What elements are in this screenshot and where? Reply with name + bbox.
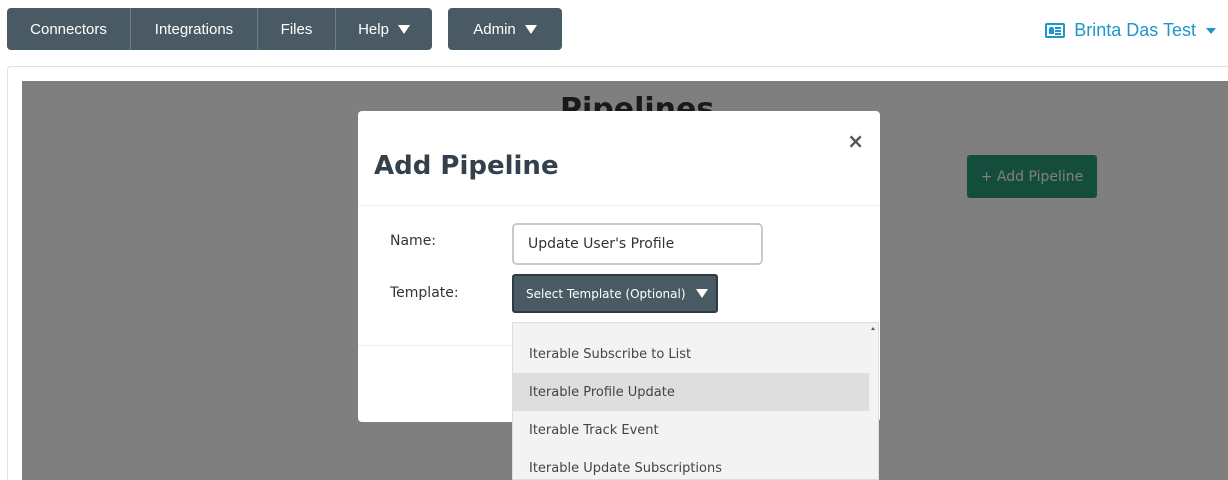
template-label: Template:: [390, 285, 459, 301]
template-option[interactable]: Iterable Track Event: [513, 411, 869, 449]
close-icon[interactable]: ×: [847, 131, 864, 151]
caret-down-icon: [397, 24, 410, 34]
caret-down-icon: [524, 24, 537, 34]
template-select-label: Select Template (Optional): [526, 286, 686, 301]
caret-down-icon: [695, 289, 708, 298]
nav-help-button[interactable]: Help: [336, 8, 432, 50]
template-option-highlighted[interactable]: Iterable Profile Update: [513, 373, 869, 411]
scroll-up-icon[interactable]: [871, 327, 875, 330]
template-option-label: Iterable Track Event: [529, 422, 659, 438]
admin-nav: Admin: [448, 8, 562, 50]
nav-admin-button[interactable]: Admin: [448, 8, 562, 50]
nav-files-label: Files: [280, 20, 313, 38]
template-dropdown-list[interactable]: Iterable Subscribe to List Iterable Prof…: [512, 322, 879, 480]
template-option[interactable]: Iterable Update Subscriptions: [513, 449, 869, 479]
template-option-label: Iterable Update Subscriptions: [529, 460, 722, 476]
template-option-label: Iterable Subscribe to List: [529, 346, 692, 362]
nav-admin-label: Admin: [473, 20, 516, 38]
user-card-icon: [1045, 23, 1066, 38]
modal-header-divider: [358, 205, 880, 206]
nav-connectors-label: Connectors: [30, 20, 107, 38]
nav-integrations-label: Integrations: [154, 20, 234, 38]
nav-connectors-button[interactable]: Connectors: [7, 8, 131, 50]
caret-down-icon: [1206, 27, 1216, 34]
main-nav: Connectors Integrations Files Help: [7, 8, 432, 50]
modal-title: Add Pipeline: [374, 151, 559, 181]
template-option-label: Iterable Profile Update: [529, 384, 675, 400]
nav-help-label: Help: [358, 20, 389, 38]
nav-integrations-button[interactable]: Integrations: [131, 8, 258, 50]
user-name: Brinta Das Test: [1074, 20, 1196, 40]
user-menu[interactable]: Brinta Das Test: [1045, 20, 1216, 41]
name-label: Name:: [390, 233, 437, 249]
template-option[interactable]: Iterable Subscribe to List: [513, 335, 869, 373]
template-select[interactable]: Select Template (Optional): [512, 274, 718, 313]
nav-files-button[interactable]: Files: [258, 8, 336, 50]
name-input[interactable]: [512, 223, 763, 265]
